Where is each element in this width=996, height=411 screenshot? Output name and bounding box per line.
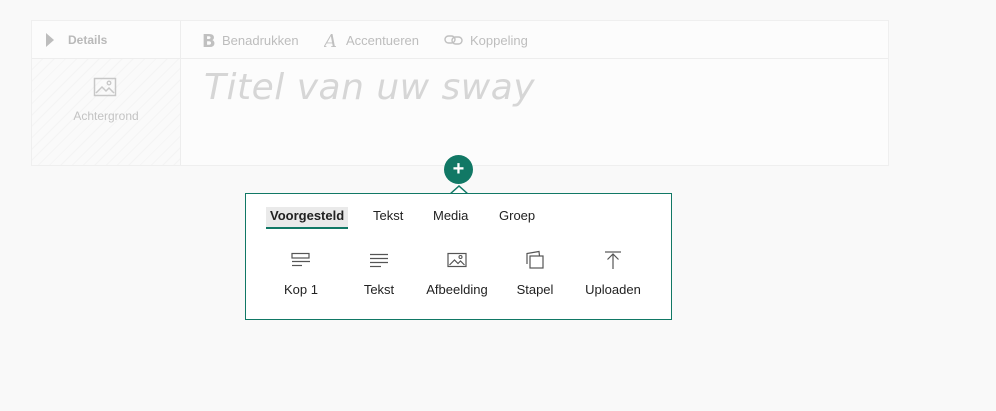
upload-icon: [574, 250, 652, 270]
insert-items: Kop 1 Tekst Afbeelding Stapel Uploaden: [246, 250, 673, 300]
heading-icon: [262, 250, 340, 270]
insert-heading-button[interactable]: Kop 1: [262, 250, 340, 297]
tab-voorgesteld[interactable]: Voorgesteld: [266, 207, 349, 229]
insert-upload-button[interactable]: Uploaden: [574, 250, 652, 297]
accent-button[interactable]: A Accentueren: [324, 21, 419, 59]
card-sidebar: Details Achtergrond: [32, 21, 181, 165]
expand-triangle-icon: [46, 33, 54, 47]
background-picker[interactable]: Achtergrond: [32, 59, 180, 165]
insert-heading-label: Kop 1: [284, 282, 318, 297]
title-input[interactable]: Titel van uw sway: [204, 67, 535, 108]
insert-stack-button[interactable]: Stapel: [496, 250, 574, 297]
link-button[interactable]: Koppeling: [444, 21, 528, 59]
insert-upload-label: Uploaden: [585, 282, 641, 297]
format-toolbar: B Benadrukken A Accentueren Koppeling: [180, 21, 888, 59]
bold-label: Benadrukken: [222, 32, 299, 48]
text-icon: [340, 250, 418, 270]
link-icon: [444, 34, 464, 46]
bold-icon: B: [202, 31, 216, 49]
svg-text:A: A: [324, 31, 337, 49]
details-label: Details: [68, 33, 108, 47]
insert-stack-label: Stapel: [516, 282, 554, 297]
tab-media[interactable]: Media: [433, 207, 468, 229]
image-icon: [418, 250, 496, 270]
tab-groep[interactable]: Groep: [499, 207, 535, 229]
image-icon: [93, 77, 117, 102]
stack-icon: [496, 250, 574, 270]
title-card: Details Achtergrond B Benadrukken A Acce…: [31, 20, 889, 166]
background-label: Achtergrond: [73, 109, 139, 123]
link-label: Koppeling: [470, 32, 528, 48]
insert-image-label: Afbeelding: [426, 282, 488, 297]
insert-text-label: Tekst: [363, 282, 395, 297]
tab-tekst[interactable]: Tekst: [373, 207, 403, 229]
insert-text-button[interactable]: Tekst: [340, 250, 418, 297]
bold-button[interactable]: B Benadrukken: [202, 21, 299, 59]
details-toggle[interactable]: Details: [32, 21, 180, 59]
insert-image-button[interactable]: Afbeelding: [418, 250, 496, 297]
add-content-button[interactable]: +: [444, 155, 473, 184]
svg-text:B: B: [202, 31, 216, 49]
accent-icon: A: [324, 31, 340, 49]
accent-label: Accentueren: [346, 32, 419, 48]
insert-menu: Voorgesteld Tekst Media Groep Kop 1 Teks…: [245, 193, 672, 320]
